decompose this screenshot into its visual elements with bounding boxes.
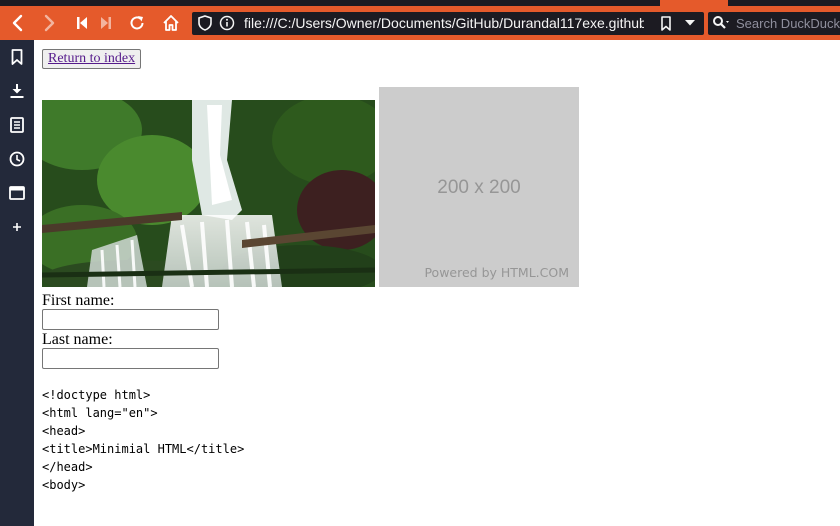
search-icon [712, 15, 730, 31]
url-text[interactable]: file:///C:/Users/Owner/Documents/GitHub/… [244, 15, 644, 32]
forward-icon [44, 14, 55, 32]
search-bar[interactable]: Search DuckDuckGo [708, 12, 840, 35]
return-to-index-button[interactable]: Return to index [42, 49, 142, 69]
last-page-button[interactable] [94, 12, 118, 34]
window-sidebar-button[interactable] [7, 183, 27, 203]
code-line: <head> [42, 424, 86, 438]
shield-icon[interactable] [197, 15, 213, 31]
history-icon [9, 151, 25, 167]
downloads-icon [10, 84, 24, 98]
home-button[interactable] [159, 12, 183, 34]
reload-button[interactable] [125, 12, 149, 34]
code-line: <body> [42, 478, 86, 492]
url-bar[interactable]: file:///C:/Users/Owner/Documents/GitHub/… [192, 12, 704, 35]
forward-button[interactable] [38, 12, 62, 34]
code-line: <html lang="en"> [42, 406, 158, 420]
history-sidebar-button[interactable] [7, 149, 27, 169]
browser-toolbar: file:///C:/Users/Owner/Documents/GitHub/… [0, 6, 840, 40]
bookmarks-sidebar-button[interactable] [7, 47, 27, 67]
sidebar [0, 40, 34, 526]
code-block: <!doctype html> <html lang="en"> <head> <ti… [42, 386, 244, 494]
first-name-input[interactable] [42, 309, 219, 330]
downloads-sidebar-button[interactable] [7, 81, 27, 101]
page-content: Return to index 200 x 200 Powered by HTM… [34, 40, 840, 526]
window-icon [9, 186, 25, 200]
bookmark-icon[interactable] [658, 15, 674, 31]
placeholder-size-label: 200 x 200 [437, 177, 521, 198]
code-line: <title>Minimial HTML</title> [42, 442, 245, 456]
reader-sidebar-button[interactable] [7, 115, 27, 135]
reader-icon [10, 117, 24, 133]
bookmarks-icon [11, 49, 23, 65]
last-icon [101, 17, 111, 29]
waterfall-image [42, 100, 375, 287]
placeholder-image: 200 x 200 Powered by HTML.COM [379, 87, 579, 287]
info-icon[interactable] [219, 15, 235, 31]
last-name-label: Last name: [42, 331, 113, 348]
first-page-button[interactable] [70, 12, 94, 34]
add-icon [13, 223, 21, 231]
dropdown-icon[interactable] [682, 15, 698, 31]
home-icon [163, 15, 179, 31]
add-sidebar-button[interactable] [7, 217, 27, 237]
last-name-input[interactable] [42, 348, 219, 369]
code-line: <!doctype html> [42, 388, 151, 402]
reload-icon [130, 16, 144, 30]
search-placeholder[interactable]: Search DuckDuckGo [736, 15, 840, 32]
first-name-label: First name: [42, 292, 115, 309]
placeholder-powered-label: Powered by HTML.COM [424, 265, 569, 280]
first-icon [77, 17, 87, 29]
code-line: </head> [42, 460, 93, 474]
back-icon [12, 14, 23, 32]
back-button[interactable] [5, 12, 29, 34]
